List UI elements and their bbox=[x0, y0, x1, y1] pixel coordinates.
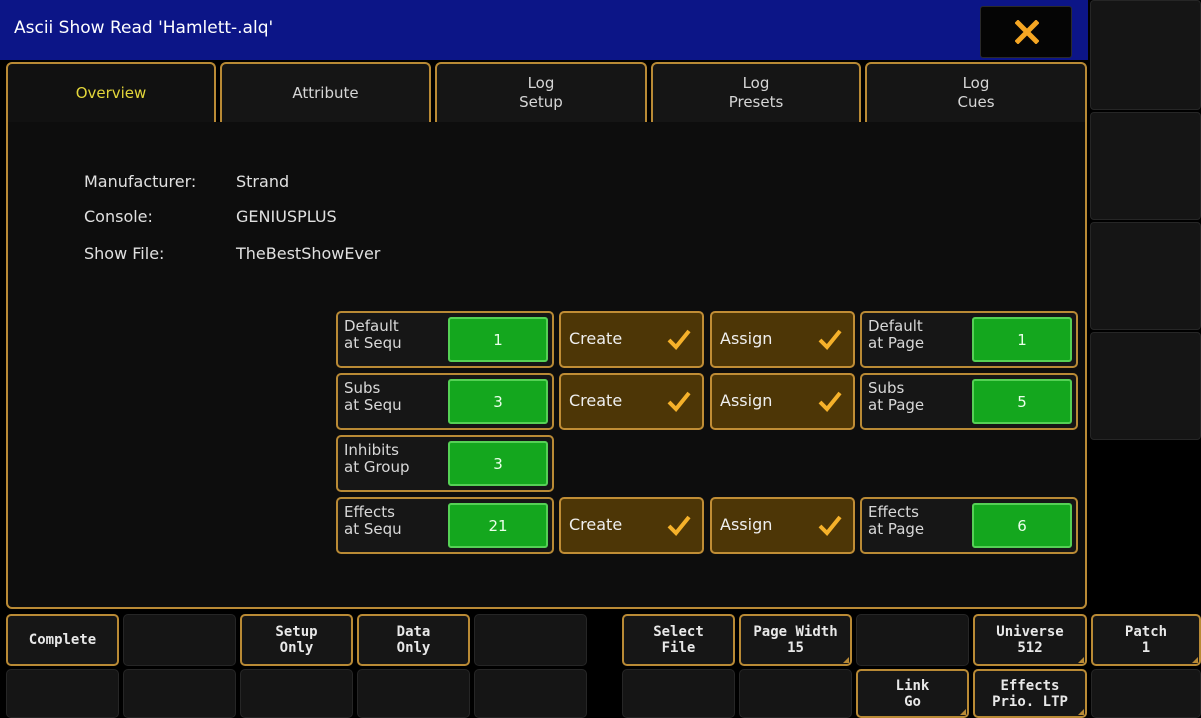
default-page-field: Default at Page 1 bbox=[860, 311, 1078, 368]
complete-button[interactable]: Complete bbox=[6, 614, 119, 666]
effects-sequ-value[interactable]: 21 bbox=[448, 503, 548, 548]
default-sequ-label: Default at Sequ bbox=[344, 317, 402, 352]
empty-key[interactable] bbox=[474, 614, 587, 666]
tab-overview[interactable]: Overview bbox=[6, 62, 216, 122]
page-width-label: Page Width 15 bbox=[753, 624, 838, 656]
subs-create-toggle[interactable]: Create bbox=[559, 373, 704, 430]
side-slot-4[interactable] bbox=[1090, 332, 1201, 440]
showfile-value: TheBestShowEver bbox=[236, 244, 381, 263]
setup-only-button[interactable]: Setup Only bbox=[240, 614, 353, 666]
link-go-label: Link Go bbox=[895, 677, 930, 710]
empty-key[interactable] bbox=[856, 614, 969, 666]
checkmark-icon bbox=[667, 329, 691, 350]
manufacturer-value: Strand bbox=[236, 172, 290, 191]
effects-create-label: Create bbox=[569, 515, 623, 534]
tab-log-presets[interactable]: Log Presets bbox=[651, 62, 861, 122]
showfile-label: Show File: bbox=[84, 244, 165, 263]
close-x-icon bbox=[1015, 20, 1039, 44]
side-slot-1[interactable] bbox=[1090, 0, 1201, 110]
empty-key[interactable] bbox=[123, 614, 236, 666]
page-width-button[interactable]: Page Width 15 bbox=[739, 614, 852, 666]
close-button[interactable] bbox=[980, 6, 1072, 58]
window-title: Ascii Show Read 'Hamlett-.alq' bbox=[14, 18, 274, 38]
universe-button[interactable]: Universe 512 bbox=[973, 614, 1087, 666]
empty-key[interactable] bbox=[240, 669, 353, 718]
corner-arrow-icon bbox=[960, 709, 966, 715]
console-value: GENIUSPLUS bbox=[236, 207, 337, 226]
effects-prio-button[interactable]: Effects Prio. LTP bbox=[973, 669, 1087, 718]
tab-log-setup[interactable]: Log Setup bbox=[435, 62, 647, 122]
subs-sequ-label: Subs at Sequ bbox=[344, 379, 402, 414]
checkmark-icon bbox=[818, 329, 842, 350]
empty-key[interactable] bbox=[357, 669, 470, 718]
empty-key[interactable] bbox=[6, 669, 119, 718]
patch-label: Patch 1 bbox=[1124, 624, 1168, 656]
link-go-button[interactable]: Link Go bbox=[856, 669, 969, 718]
subs-page-value[interactable]: 5 bbox=[972, 379, 1072, 424]
default-assign-label: Assign bbox=[720, 329, 773, 348]
patch-button[interactable]: Patch 1 bbox=[1091, 614, 1201, 666]
side-slot-3[interactable] bbox=[1090, 222, 1201, 330]
effects-prio-label: Effects Prio. LTP bbox=[992, 677, 1068, 710]
data-only-button[interactable]: Data Only bbox=[357, 614, 470, 666]
effects-assign-toggle[interactable]: Assign bbox=[710, 497, 855, 554]
subs-assign-toggle[interactable]: Assign bbox=[710, 373, 855, 430]
manufacturer-label: Manufacturer: bbox=[84, 172, 197, 191]
checkmark-icon bbox=[818, 515, 842, 536]
subs-sequ-field: Subs at Sequ 3 bbox=[336, 373, 554, 430]
tab-attribute[interactable]: Attribute bbox=[220, 62, 431, 122]
default-create-toggle[interactable]: Create bbox=[559, 311, 704, 368]
corner-arrow-icon bbox=[1078, 657, 1084, 663]
side-slot-2[interactable] bbox=[1090, 112, 1201, 220]
empty-key[interactable] bbox=[739, 669, 852, 718]
corner-arrow-icon bbox=[1078, 709, 1084, 715]
select-file-button[interactable]: Select File bbox=[622, 614, 735, 666]
subs-page-field: Subs at Page 5 bbox=[860, 373, 1078, 430]
default-sequ-field: Default at Sequ 1 bbox=[336, 311, 554, 368]
empty-key[interactable] bbox=[622, 669, 735, 718]
universe-label: Universe 512 bbox=[996, 624, 1064, 656]
inhibits-group-label: Inhibits at Group bbox=[344, 441, 410, 476]
default-assign-toggle[interactable]: Assign bbox=[710, 311, 855, 368]
inhibits-group-value[interactable]: 3 bbox=[448, 441, 548, 486]
effects-sequ-label: Effects at Sequ bbox=[344, 503, 402, 538]
effects-create-toggle[interactable]: Create bbox=[559, 497, 704, 554]
empty-key[interactable] bbox=[1091, 669, 1201, 718]
empty-key[interactable] bbox=[123, 669, 236, 718]
corner-arrow-icon bbox=[1192, 657, 1198, 663]
tab-log-cues[interactable]: Log Cues bbox=[865, 62, 1087, 122]
checkmark-icon bbox=[667, 515, 691, 536]
inhibits-group-field: Inhibits at Group 3 bbox=[336, 435, 554, 492]
corner-arrow-icon bbox=[843, 657, 849, 663]
effects-assign-label: Assign bbox=[720, 515, 773, 534]
empty-key[interactable] bbox=[474, 669, 587, 718]
checkmark-icon bbox=[667, 391, 691, 412]
default-create-label: Create bbox=[569, 329, 623, 348]
subs-page-label: Subs at Page bbox=[868, 379, 925, 414]
default-sequ-value[interactable]: 1 bbox=[448, 317, 548, 362]
effects-page-field: Effects at Page 6 bbox=[860, 497, 1078, 554]
title-bar: Ascii Show Read 'Hamlett-.alq' bbox=[0, 0, 1088, 60]
effects-page-label: Effects at Page bbox=[868, 503, 925, 538]
effects-page-value[interactable]: 6 bbox=[972, 503, 1072, 548]
default-page-value[interactable]: 1 bbox=[972, 317, 1072, 362]
subs-sequ-value[interactable]: 3 bbox=[448, 379, 548, 424]
subs-create-label: Create bbox=[569, 391, 623, 410]
checkmark-icon bbox=[818, 391, 842, 412]
effects-sequ-field: Effects at Sequ 21 bbox=[336, 497, 554, 554]
console-label: Console: bbox=[84, 207, 153, 226]
subs-assign-label: Assign bbox=[720, 391, 773, 410]
default-page-label: Default at Page bbox=[868, 317, 925, 352]
